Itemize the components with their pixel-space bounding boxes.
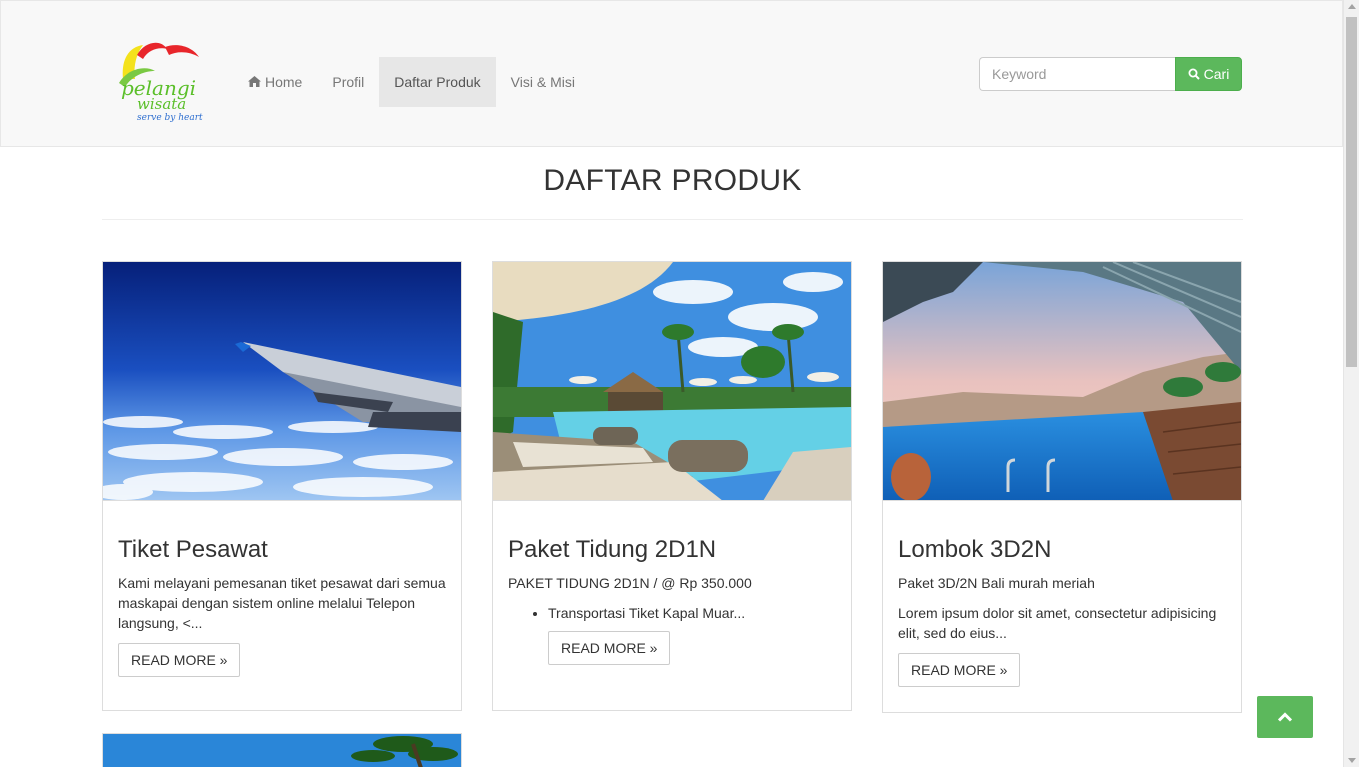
search-button[interactable]: Cari bbox=[1175, 57, 1242, 91]
scrollbar-thumb[interactable] bbox=[1346, 17, 1357, 367]
product-image-airplane-wing[interactable] bbox=[103, 262, 461, 501]
svg-text:wisata: wisata bbox=[137, 95, 186, 113]
navbar: pelangi wisata serve by heart Home Profi… bbox=[0, 0, 1343, 147]
search-icon bbox=[1188, 68, 1200, 80]
main-nav: Home Profil Daftar Produk Visi & Misi bbox=[233, 57, 590, 107]
product-image-beach-palm[interactable] bbox=[103, 734, 461, 767]
nav-item-label: Daftar Produk bbox=[394, 74, 481, 90]
scroll-down-arrow-icon[interactable] bbox=[1348, 758, 1356, 763]
product-excerpt-secondary: Lorem ipsum dolor sit amet, consectetur … bbox=[898, 605, 1217, 641]
product-excerpt: Kami melayani pemesanan tiket pesawat da… bbox=[118, 575, 446, 631]
home-icon bbox=[248, 57, 261, 107]
page-title: DAFTAR PRODUK bbox=[543, 164, 802, 197]
product-card-lombok: Lombok 3D2N Paket 3D/2N Bali murah meria… bbox=[882, 261, 1242, 713]
svg-text:serve by heart: serve by heart bbox=[137, 113, 203, 123]
nav-item-label: Profil bbox=[332, 74, 365, 90]
search-input[interactable] bbox=[979, 57, 1175, 91]
back-to-top-button[interactable] bbox=[1257, 696, 1313, 738]
product-title: Lombok 3D2N bbox=[898, 536, 1052, 563]
product-title: Paket Tidung 2D1N bbox=[508, 536, 717, 563]
product-card-tiket-pesawat: Tiket Pesawat Kami melayani pemesanan ti… bbox=[102, 261, 462, 711]
product-card-partial bbox=[102, 733, 462, 767]
read-more-button[interactable]: READ MORE » bbox=[548, 631, 671, 665]
product-image-resort-pool[interactable] bbox=[493, 262, 851, 501]
nav-item-home[interactable]: Home bbox=[233, 57, 317, 107]
brand-logo[interactable]: pelangi wisata serve by heart bbox=[115, 39, 225, 125]
read-more-button[interactable]: READ MORE » bbox=[898, 653, 1021, 687]
product-excerpt: Paket 3D/2N Bali murah meriah bbox=[898, 575, 1095, 591]
list-item: Transportasi Tiket Kapal Muar... bbox=[548, 603, 836, 623]
product-feature-list: Transportasi Tiket Kapal Muar... bbox=[548, 603, 836, 623]
search-button-label: Cari bbox=[1203, 66, 1230, 82]
page-scrollbar[interactable] bbox=[1343, 0, 1359, 767]
product-title: Tiket Pesawat bbox=[118, 536, 268, 563]
title-divider bbox=[102, 219, 1243, 220]
nav-item-visi-misi[interactable]: Visi & Misi bbox=[496, 57, 590, 107]
product-card-paket-tidung: Paket Tidung 2D1N PAKET TIDUNG 2D1N / @ … bbox=[492, 261, 852, 711]
nav-item-label: Home bbox=[265, 74, 303, 90]
search-form: Cari bbox=[979, 57, 1242, 91]
nav-item-label: Visi & Misi bbox=[510, 74, 575, 90]
read-more-button[interactable]: READ MORE » bbox=[118, 643, 241, 677]
product-excerpt: PAKET TIDUNG 2D1N / @ Rp 350.000 bbox=[508, 575, 752, 591]
nav-item-profil[interactable]: Profil bbox=[317, 57, 379, 107]
scroll-up-arrow-icon[interactable] bbox=[1348, 4, 1356, 9]
chevron-up-icon bbox=[1278, 712, 1292, 722]
product-image-infinity-pool[interactable] bbox=[883, 262, 1241, 501]
nav-item-daftar-produk[interactable]: Daftar Produk bbox=[379, 57, 496, 107]
